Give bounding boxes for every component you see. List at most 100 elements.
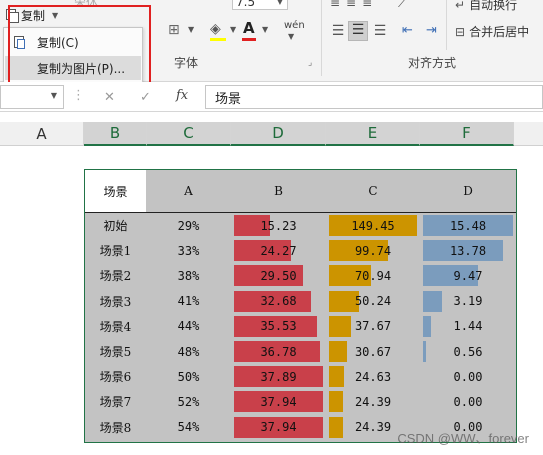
table-cell: 35.53 [260,319,297,334]
enter-icon[interactable]: ✓ [140,90,151,105]
column-header-d[interactable]: D [231,122,326,146]
column-letter: D [272,124,284,142]
cancel-icon[interactable]: ✕ [104,90,115,105]
copy-button[interactable]: 复制 ▼ [6,6,58,24]
table-cell: 3.19 [453,294,483,309]
dialog-launcher-icon[interactable]: ⌟ [308,58,312,68]
font-color-icon[interactable]: A [243,19,255,37]
copy-dropdown-menu: 复制(C) 复制为图片(P)... [3,27,143,85]
row-label: 初始 [103,219,128,234]
chevron-down-icon[interactable]: ▼ [262,25,268,34]
name-box[interactable]: ▼ [0,85,64,109]
column-heading: D [463,184,473,198]
merge-center-icon: ⊟ [455,24,466,39]
group-divider [446,0,447,50]
row-label: 场景3 [99,294,132,309]
orientation-icon[interactable]: ⟋ [398,0,406,11]
menu-item-label: 复制(C) [37,35,79,50]
wrap-text-button[interactable]: ↵ 自动换行 [455,0,517,13]
column-header-row: A B C D E F [0,122,543,146]
table-cell: 15.23 [260,218,297,233]
row-label: 场景6 [99,370,132,385]
table-cell: 15.48 [449,218,487,233]
menu-item-copy-as-picture[interactable]: 复制为图片(P)... [5,56,141,80]
column-header-c[interactable]: C [147,122,231,146]
column-header-b[interactable]: B [84,122,147,146]
chevron-down-icon[interactable]: ▼ [52,11,58,20]
table-cell: 0.56 [453,344,483,359]
row-label: 场景2 [99,269,132,284]
row-label: 场景1 [99,244,132,259]
table-cell: 1.44 [453,319,483,334]
font-size-value: 7.5 [236,0,256,9]
table-cell: 50.24 [354,294,392,309]
decrease-indent-icon[interactable]: ⇤ [402,23,413,38]
menu-item-label: 复制为图片(P)... [37,61,126,76]
chevron-down-icon: ▼ [50,91,57,100]
table-cell: 0.00 [453,394,483,409]
column-heading: A [184,184,193,198]
column-header-a[interactable]: A [0,122,84,146]
table-cell: 24.63 [354,369,392,384]
chevron-down-icon[interactable]: ▼ [230,25,236,34]
align-center-icon[interactable]: ☰ [348,21,368,41]
merge-center-label: 合并后居中 [469,25,530,39]
table-cell: 99.74 [354,243,392,258]
table-cell: 54% [177,420,200,435]
row-label: 场景8 [99,420,132,435]
table-cell: 52% [177,394,200,409]
font-name-box[interactable]: 宋体 [74,0,194,6]
fill-color-icon[interactable]: ◈ [210,21,221,37]
column-letter: E [367,124,378,142]
table-cell: 29% [177,218,200,233]
table-cell: 37.94 [260,394,297,409]
copy-label: 复制 [21,8,46,23]
table-cell: 44% [177,319,200,334]
table-cell: 24.27 [260,243,297,258]
chevron-down-icon[interactable]: ▼ [188,25,194,34]
copy-icon [6,8,19,23]
menu-item-copy[interactable]: 复制(C) [5,30,141,54]
chevron-down-icon[interactable]: ▼ [288,32,294,41]
row-label: 场景4 [99,319,132,334]
wrap-text-icon: ↵ [455,0,466,12]
wrap-text-label: 自动换行 [469,0,518,12]
group-divider [321,0,322,76]
table-cell: 37.89 [260,369,297,384]
align-left-icon[interactable]: ☰ [330,23,346,39]
increase-indent-icon[interactable]: ⇥ [426,23,437,38]
table-cell: 29.50 [260,268,297,283]
column-heading: C [368,184,378,198]
table-cell: 0.00 [453,369,483,384]
column-letter: F [462,124,471,142]
table-cell: 37.67 [354,319,392,334]
table-cell: 33% [177,243,200,258]
align-group-label: 对齐方式 [408,56,457,70]
data-table-picture[interactable]: 场景 A B C D 初始 29% 15.23 149.45 15.48 场景1 33% 24.27 99… [84,169,517,443]
phonetic-glyph: wén [284,20,305,31]
table-cell: 30.67 [354,344,392,359]
fill-color-swatch [210,38,226,41]
column-header-f[interactable]: F [420,122,514,146]
table-cell: 50% [177,369,200,384]
table-cell: 149.45 [351,218,395,233]
column-header-e[interactable]: E [326,122,420,146]
insert-function-button[interactable]: fx [176,88,188,103]
font-color-letter: A [243,19,255,37]
border-icon[interactable]: ⊞ [168,22,180,38]
table-cell: 36.78 [260,344,297,359]
font-group-label: 字体 [174,56,199,70]
phonetic-icon[interactable]: wén [284,20,305,31]
splitter-handle[interactable]: ⋮ [72,88,85,103]
merge-center-button[interactable]: ⊟ 合并后居中 [455,23,529,40]
formula-bar: ▼ ⋮ ✕ ✓ fx 场景 [0,82,543,112]
font-size-box[interactable]: 7.5 ▼ [232,0,288,10]
table-cell: 24.39 [354,394,392,409]
formula-input[interactable]: 场景 [205,85,543,109]
align-right-icon[interactable]: ☰ [372,23,388,39]
chevron-down-icon: ▼ [276,0,283,6]
column-heading: B [274,184,283,198]
table-cell: 41% [177,294,200,309]
table-cell: 13.78 [449,243,487,258]
vertical-align-icons[interactable]: ≡≡≡ [330,0,378,10]
